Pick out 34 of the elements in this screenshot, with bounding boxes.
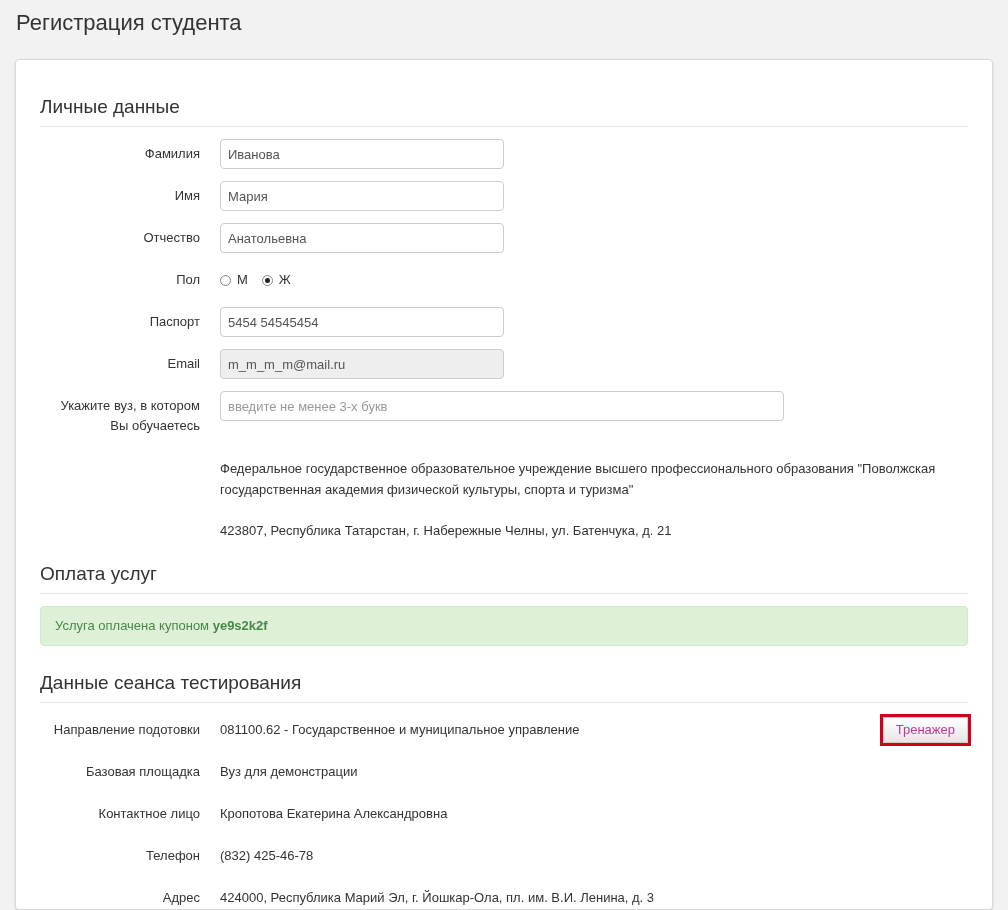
input-field[interactable]: Анатольевна bbox=[220, 223, 504, 253]
radio-button[interactable] bbox=[261, 274, 273, 286]
input-field[interactable]: Мария bbox=[220, 181, 504, 211]
success-alert: Услуга оплачена купоном ye9s2k2f bbox=[40, 606, 968, 646]
field-label: Имя bbox=[173, 187, 200, 205]
university-address: 423807, Республика Татарстан, г. Набережные Челны, ул. Батенчука, д. 21 bbox=[220, 522, 673, 540]
input-field[interactable]: введите не менее 3-х букв bbox=[220, 391, 784, 421]
trainer-button[interactable]: Тренажер bbox=[882, 716, 968, 743]
info-label: Телефон bbox=[145, 846, 200, 865]
info-label: Контактное лицо bbox=[97, 804, 200, 823]
section-heading: Личные данные bbox=[40, 95, 181, 119]
info-value: Вуз для демонстрации bbox=[220, 762, 359, 781]
info-value: Кропотова Екатерина Александровна bbox=[220, 804, 449, 823]
section-heading: Данные сеанса тестирования bbox=[40, 670, 303, 695]
info-label: Направление подотовки bbox=[52, 720, 200, 739]
field-label: Пол bbox=[175, 271, 200, 289]
radio-label[interactable]: М bbox=[237, 270, 248, 290]
field-label: Отчество bbox=[142, 229, 200, 247]
info-label: Базовая площадка bbox=[84, 762, 200, 781]
section-heading: Оплата услуг bbox=[40, 562, 158, 586]
page-title: Регистрация студента bbox=[15, 9, 243, 37]
info-value: 424000, Республика Марий Эл, г. Йошкар-Ола, пл. им. В.И. Ленина, д. 3 bbox=[220, 888, 656, 907]
university-name: Федеральное государственное образовательное учреждение высшего профессионального образования "Поволжская государственная академия физической культуры, спорта и туризма" bbox=[220, 460, 937, 499]
field-label: Паспорт bbox=[148, 313, 200, 331]
radio-label[interactable]: Ж bbox=[278, 270, 291, 290]
input-field[interactable]: 5454 54545454 bbox=[220, 307, 504, 337]
info-value: 081100.62 - Государственное и муниципальное управление bbox=[220, 720, 581, 739]
field-label: Email bbox=[166, 355, 200, 373]
info-value: (832) 425-46-78 bbox=[220, 846, 315, 865]
radio-button[interactable] bbox=[220, 274, 231, 286]
field-label: Фамилия bbox=[143, 145, 200, 163]
info-label: Адрес bbox=[161, 888, 200, 907]
field-label: Укажите вуз, в котором Вы обучаетесь bbox=[59, 397, 200, 435]
input-field[interactable]: Иванова bbox=[220, 139, 504, 169]
